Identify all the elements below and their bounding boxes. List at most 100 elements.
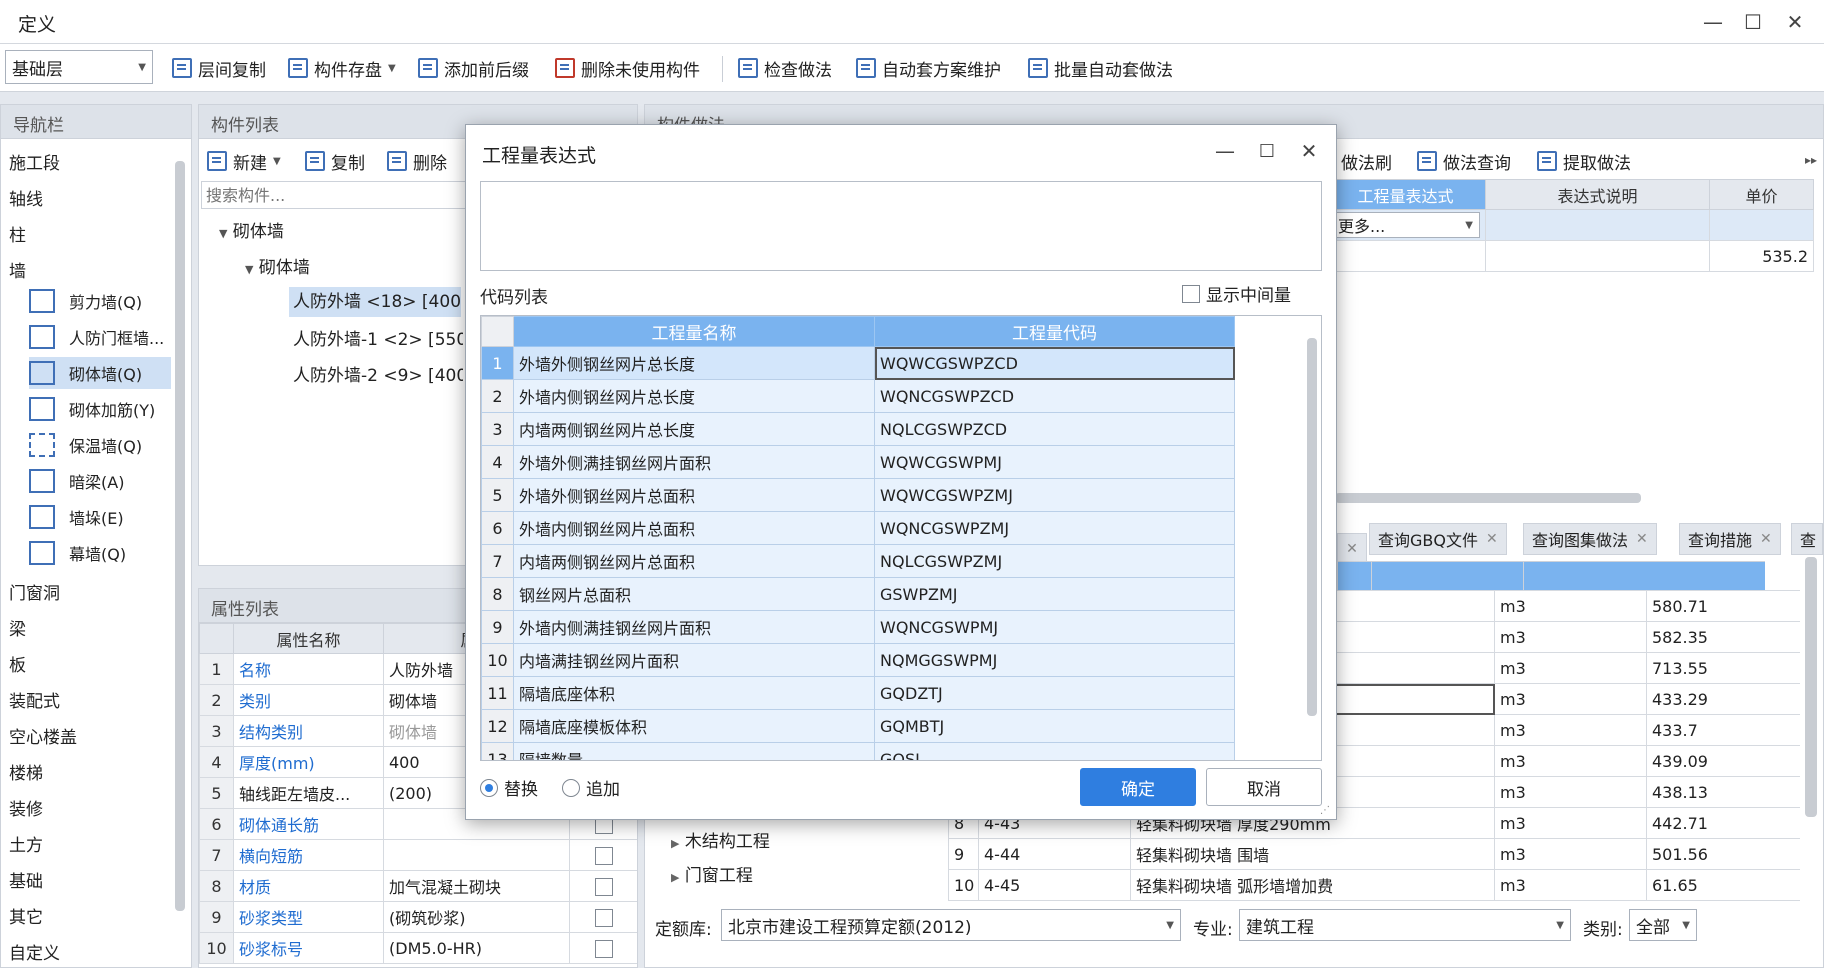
code-name[interactable]: 外墙内侧满挂钢丝网片面积 <box>513 610 875 644</box>
code-name[interactable]: 隔墙底座模板体积 <box>513 709 875 743</box>
nav-item-decoration[interactable]: 装修 <box>9 795 43 820</box>
nav-sub-insulation-wall[interactable]: 保温墙(Q) <box>29 429 171 461</box>
nav-scrollbar[interactable] <box>175 161 185 911</box>
code-name[interactable]: 外墙外侧满挂钢丝网片面积 <box>513 445 875 479</box>
code-value[interactable]: WQWCGSWPZCD <box>874 346 1235 380</box>
code-value[interactable]: NQLCGSWPZMJ <box>874 544 1235 578</box>
checkbox-box[interactable] <box>1182 284 1200 303</box>
expression-textarea[interactable] <box>480 181 1322 271</box>
code-name[interactable]: 钢丝网片总面积 <box>513 577 875 611</box>
code-value[interactable]: WQNCGSWPZCD <box>874 379 1235 413</box>
copy-component-button[interactable]: 复制 <box>305 145 365 177</box>
nav-item-custom[interactable]: 自定义 <box>9 939 60 964</box>
code-row[interactable]: 4 外墙外侧满挂钢丝网片面积 WQWCGSWPMJ <box>481 445 1235 479</box>
major-select[interactable]: 建筑工程 ▼ <box>1239 909 1571 941</box>
code-row[interactable]: 1 外墙外侧钢丝网片总长度 WQWCGSWPZCD <box>481 346 1235 380</box>
code-value[interactable]: WQNCGSWPMJ <box>874 610 1235 644</box>
nav-sub-civil-defense-wall[interactable]: 人防门框墙... <box>29 321 171 353</box>
property-row[interactable]: 9 砂浆类型 (砌筑砂浆) <box>199 901 637 933</box>
code-name[interactable]: 外墙外侧钢丝网片总长度 <box>513 346 875 380</box>
code-value[interactable]: GQMBTJ <box>874 709 1235 743</box>
maximize-button[interactable]: ☐ <box>1736 8 1770 36</box>
code-name[interactable]: 内墙两侧钢丝网片总长度 <box>513 412 875 446</box>
new-component-button[interactable]: 新建 ▼ <box>207 145 281 177</box>
expression-cell[interactable] <box>1325 240 1486 272</box>
tree-node-civil-defense-wall-2[interactable]: 人防外墙-2 <9> [400 <box>293 361 463 386</box>
code-name[interactable]: 内墙两侧钢丝网片总面积 <box>513 544 875 578</box>
nav-item-openings[interactable]: 门窗洞 <box>9 579 60 604</box>
code-value[interactable]: WQWCGSWPZMJ <box>874 478 1235 512</box>
check-method-button[interactable]: 检查做法 <box>738 52 832 84</box>
tree-node-masonry-wall[interactable]: ▼ 砌体墙 <box>219 217 284 242</box>
copy-between-floors-button[interactable]: 层间复制 <box>172 52 266 84</box>
quota-tree-doors[interactable]: ▶ 门窗工程 <box>671 861 753 886</box>
property-row[interactable]: 7 横向短筋 <box>199 839 637 871</box>
dialog-close-button[interactable]: ✕ <box>1292 137 1326 165</box>
dialog-minimize-button[interactable]: — <box>1208 137 1242 165</box>
nav-sub-wall-pier[interactable]: 墙垛(E) <box>29 501 171 533</box>
method-row[interactable]: 更多... ▼ <box>1325 209 1814 241</box>
property-value[interactable]: 加气混凝土砌块 <box>383 870 570 902</box>
code-name[interactable]: 内墙满挂钢丝网片面积 <box>513 643 875 677</box>
nav-item-prefab[interactable]: 装配式 <box>9 687 60 712</box>
tab-query-more[interactable]: 查 <box>1791 523 1823 555</box>
code-value[interactable]: GQDZTJ <box>874 676 1235 710</box>
code-name[interactable]: 隔墙底座体积 <box>513 676 875 710</box>
quota-row[interactable]: 9 4-44 轻集料砌块墙 围墙 m3 501.56 <box>948 838 1800 870</box>
code-value[interactable]: GQSL <box>874 742 1235 760</box>
code-row[interactable]: 8 钢丝网片总面积 GSWPZMJ <box>481 577 1235 611</box>
quota-tree-wood[interactable]: ▶ 木结构工程 <box>671 827 770 852</box>
nav-item-slab[interactable]: 板 <box>9 651 26 676</box>
property-checkbox[interactable] <box>594 846 613 865</box>
code-name[interactable]: 隔墙数量 <box>513 742 875 760</box>
nav-item-foundation[interactable]: 基础 <box>9 867 43 892</box>
close-icon[interactable]: ✕ <box>1486 531 1498 547</box>
code-value[interactable]: WQNCGSWPZMJ <box>874 511 1235 545</box>
tree-node-civil-defense-wall[interactable]: 人防外墙 <18> [400 <box>289 287 461 317</box>
code-value[interactable]: NQMGGSWPMJ <box>874 643 1235 677</box>
code-name[interactable]: 外墙内侧钢丝网片总长度 <box>513 379 875 413</box>
code-list-scrollbar[interactable] <box>1307 338 1317 716</box>
code-row[interactable]: 11 隔墙底座体积 GQDZTJ <box>481 676 1235 710</box>
close-button[interactable]: ✕ <box>1778 8 1812 36</box>
expression-cell[interactable]: 更多... ▼ <box>1325 209 1486 241</box>
code-row[interactable]: 12 隔墙底座模板体积 GQMBTJ <box>481 709 1235 743</box>
tree-node-civil-defense-wall-1[interactable]: 人防外墙-1 <2> [550 <box>293 325 463 350</box>
code-row[interactable]: 13 隔墙数量 GQSL <box>481 742 1235 760</box>
scroll-right-icon[interactable]: ▸▸ <box>1805 153 1817 167</box>
code-name[interactable]: 外墙内侧钢丝网片总面积 <box>513 511 875 545</box>
code-row[interactable]: 3 内墙两侧钢丝网片总长度 NQLCGSWPZCD <box>481 412 1235 446</box>
nav-item-earthwork[interactable]: 土方 <box>9 831 43 856</box>
property-row[interactable]: 10 砂浆标号 (DM5.0-HR) <box>199 932 637 964</box>
resize-grip-icon[interactable]: ⋰ <box>1320 805 1330 816</box>
cancel-button[interactable]: 取消 <box>1206 768 1322 806</box>
nav-item-wall[interactable]: 墙 <box>9 257 26 282</box>
quota-v-scrollbar[interactable] <box>1805 557 1817 817</box>
append-radio[interactable]: 追加 <box>562 775 620 800</box>
nav-sub-hidden-beam[interactable]: 暗梁(A) <box>29 465 171 497</box>
property-value[interactable] <box>383 839 570 871</box>
quota-lib-select[interactable]: 北京市建设工程预算定额(2012) ▼ <box>721 909 1181 941</box>
radio-dot[interactable] <box>480 778 498 797</box>
floor-select[interactable]: 基础层 ▼ <box>5 50 153 84</box>
quota-row[interactable]: 10 4-45 轻集料砌块墙 弧形墙增加费 m3 61.65 <box>948 869 1800 901</box>
property-value[interactable]: (砌筑砂浆) <box>383 901 570 933</box>
code-value[interactable]: GSWPZMJ <box>874 577 1235 611</box>
code-name[interactable]: 外墙外侧钢丝网片总面积 <box>513 478 875 512</box>
ok-button[interactable]: 确定 <box>1080 768 1196 806</box>
close-icon[interactable]: ✕ <box>1760 531 1772 547</box>
method-brush-button[interactable]: 做法刷 <box>1341 145 1392 177</box>
code-row[interactable]: 10 内墙满挂钢丝网片面积 NQMGGSWPMJ <box>481 643 1235 677</box>
nav-sub-curtain-wall[interactable]: 幕墙(Q) <box>29 537 171 569</box>
tab-query-gbq[interactable]: 查询GBQ文件 ✕ <box>1369 523 1507 555</box>
nav-item-hollow-floor[interactable]: 空心楼盖 <box>9 723 77 748</box>
radio-dot[interactable] <box>562 778 580 797</box>
show-intermediate-checkbox[interactable]: 显示中间量 <box>1182 281 1291 306</box>
method-h-scrollbar[interactable] <box>1335 493 1641 503</box>
nav-item-axis[interactable]: 轴线 <box>9 185 43 210</box>
close-icon[interactable]: ✕ <box>1636 531 1648 547</box>
delete-component-button[interactable]: 删除 <box>387 145 447 177</box>
code-row[interactable]: 9 外墙内侧满挂钢丝网片面积 WQNCGSWPMJ <box>481 610 1235 644</box>
tab-query-measures[interactable]: 查询措施 ✕ <box>1679 523 1781 555</box>
minimize-button[interactable]: — <box>1696 8 1730 36</box>
